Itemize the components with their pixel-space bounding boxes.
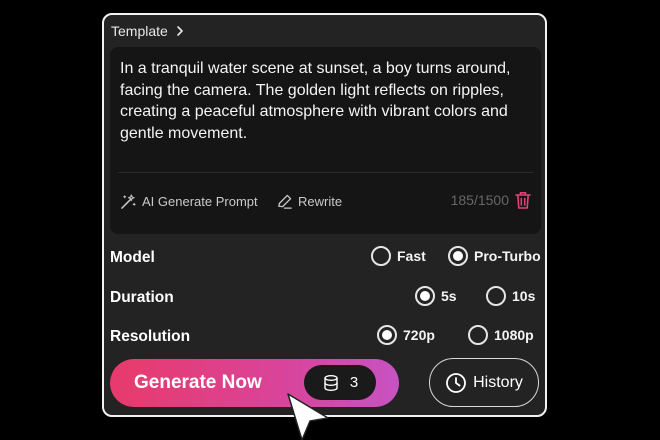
database-icon: [324, 374, 338, 391]
prompt-text[interactable]: In a tranquil water scene at sunset, a b…: [120, 58, 530, 144]
prompt-divider: [118, 172, 533, 173]
credit-count: 3: [349, 374, 359, 391]
radio-1080p[interactable]: [468, 325, 488, 345]
duration-option-10s-label: 10s: [512, 288, 536, 304]
clock-icon: [446, 372, 467, 393]
duration-label: Duration: [110, 289, 174, 306]
magic-wand-icon: [121, 193, 136, 209]
radio-pro-turbo[interactable]: [448, 246, 468, 266]
rewrite-label: Rewrite: [298, 193, 343, 209]
model-option-pro-turbo[interactable]: Pro-Turbo: [448, 246, 541, 266]
radio-fast[interactable]: [371, 246, 391, 266]
ai-generate-prompt-button[interactable]: AI Generate Prompt: [120, 190, 258, 212]
screen: Template In a tranquil water scene at su…: [0, 0, 660, 440]
resolution-option-1080p-label: 1080p: [494, 327, 534, 343]
radio-10s[interactable]: [486, 286, 506, 306]
trash-icon[interactable]: [514, 190, 532, 210]
prompt-editor[interactable]: In a tranquil water scene at sunset, a b…: [110, 47, 541, 234]
duration-option-10s[interactable]: 10s: [486, 286, 535, 306]
rewrite-button[interactable]: Rewrite: [276, 190, 342, 212]
template-label: Template: [111, 23, 168, 39]
radio-5s[interactable]: [415, 286, 435, 306]
video-generator-panel: Template In a tranquil water scene at su…: [102, 13, 547, 417]
model-option-pro-turbo-label: Pro-Turbo: [474, 248, 541, 264]
model-label: Model: [110, 249, 155, 266]
radio-720p[interactable]: [377, 325, 397, 345]
generate-now-button[interactable]: Generate Now 3: [110, 359, 399, 407]
resolution-option-720p-label: 720p: [403, 327, 435, 343]
model-option-fast[interactable]: Fast: [371, 246, 426, 266]
chevron-right-icon: [177, 26, 183, 36]
character-counter: 185/1500: [450, 192, 509, 208]
duration-option-5s-label: 5s: [441, 288, 457, 304]
resolution-option-720p[interactable]: 720p: [377, 325, 435, 345]
history-label: History: [473, 373, 523, 391]
duration-option-5s[interactable]: 5s: [415, 286, 457, 306]
ai-generate-prompt-label: AI Generate Prompt: [142, 193, 258, 209]
generate-now-label: Generate Now: [134, 372, 262, 393]
template-selector[interactable]: Template: [111, 21, 186, 41]
resolution-option-1080p[interactable]: 1080p: [468, 325, 534, 345]
pen-icon: [278, 194, 292, 209]
model-option-fast-label: Fast: [397, 248, 426, 264]
resolution-label: Resolution: [110, 328, 191, 345]
mouse-cursor-icon: [287, 393, 329, 440]
history-button[interactable]: History: [429, 358, 539, 407]
